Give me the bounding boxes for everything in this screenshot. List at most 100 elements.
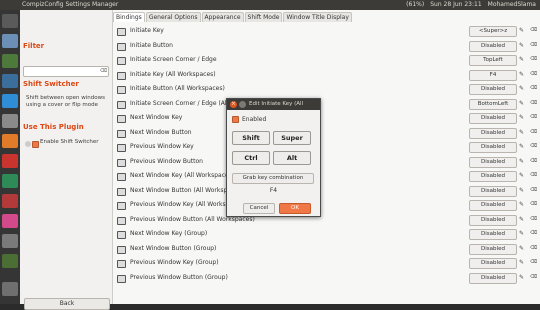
edit-icon[interactable]: ✎ xyxy=(517,229,526,238)
alt-modifier-button[interactable]: Alt xyxy=(273,151,311,165)
dash-icon[interactable] xyxy=(2,14,18,28)
clear-icon[interactable]: ⌫ xyxy=(100,67,107,76)
clear-icon[interactable]: ⌫ xyxy=(529,157,538,166)
clear-icon[interactable]: ⌫ xyxy=(529,200,538,209)
software-center-icon[interactable] xyxy=(2,134,18,148)
binding-value-button[interactable]: Disabled xyxy=(469,200,517,211)
close-icon[interactable]: × xyxy=(230,101,237,108)
terminal-icon[interactable] xyxy=(2,74,18,88)
cancel-button[interactable]: Cancel xyxy=(243,203,275,214)
binding-value-button[interactable]: Disabled xyxy=(469,40,517,52)
calc-icon[interactable] xyxy=(2,174,18,188)
clear-icon[interactable]: ⌫ xyxy=(529,41,538,50)
binding-value-button[interactable]: Disabled xyxy=(469,243,517,255)
store-icon[interactable] xyxy=(2,214,18,228)
binding-row: Next Window Key Disabled ✎ ⌫ xyxy=(113,111,540,126)
binding-value-button[interactable]: Disabled xyxy=(469,229,517,240)
app-icon[interactable] xyxy=(2,114,18,128)
binding-value-button[interactable]: TopLeft xyxy=(469,55,517,66)
browser-icon[interactable] xyxy=(2,94,18,108)
edit-icon[interactable]: ✎ xyxy=(517,26,526,35)
settings-icon[interactable] xyxy=(2,54,18,68)
minimize-icon[interactable] xyxy=(239,101,246,108)
media-icon[interactable] xyxy=(2,194,18,208)
files-icon[interactable] xyxy=(2,34,18,48)
tab-bindings[interactable]: Bindings xyxy=(113,12,145,22)
clear-icon[interactable]: ⌫ xyxy=(529,244,538,253)
clear-icon[interactable]: ⌫ xyxy=(529,215,538,224)
back-button[interactable]: Back xyxy=(24,298,110,310)
compiz-icon[interactable] xyxy=(2,254,18,268)
clear-icon[interactable]: ⌫ xyxy=(529,229,538,238)
clear-icon[interactable]: ⌫ xyxy=(529,128,538,137)
edit-icon[interactable]: ✎ xyxy=(517,142,526,151)
enable-plugin-checkbox[interactable] xyxy=(32,141,39,148)
tab-general-options[interactable]: General Options xyxy=(145,12,201,22)
ctrl-modifier-button[interactable]: Ctrl xyxy=(232,151,270,165)
binding-value-button[interactable]: Disabled xyxy=(469,142,517,153)
binding-value-button[interactable]: BottomLeft xyxy=(469,98,517,110)
clear-icon[interactable]: ⌫ xyxy=(529,84,538,93)
binding-value-button[interactable]: <Super>z xyxy=(469,26,517,37)
clear-icon[interactable]: ⌫ xyxy=(529,142,538,151)
edit-icon[interactable]: ✎ xyxy=(517,186,526,195)
binding-type-icon xyxy=(117,57,126,65)
user-name[interactable]: MohamedSlama xyxy=(488,0,536,10)
edit-icon[interactable]: ✎ xyxy=(517,215,526,224)
clear-icon[interactable]: ⌫ xyxy=(529,258,538,267)
binding-value-button[interactable]: Disabled xyxy=(469,113,517,124)
edit-icon[interactable]: ✎ xyxy=(517,84,526,93)
tab-window-title-display[interactable]: Window Title Display xyxy=(283,12,352,22)
clock[interactable]: Sun 28 Jun 23:11 xyxy=(430,0,481,10)
edit-icon[interactable]: ✎ xyxy=(517,258,526,267)
super-modifier-button[interactable]: Super xyxy=(273,131,311,145)
binding-row: Next Window Key (All Workspaces) Disabled… xyxy=(113,169,540,184)
binding-row: Previous Window Key (All Workspaces) Disa… xyxy=(113,198,540,213)
edit-icon[interactable]: ✎ xyxy=(517,171,526,180)
edit-icon[interactable]: ✎ xyxy=(517,55,526,64)
filter-input[interactable]: ⌫ xyxy=(23,66,109,77)
office-icon[interactable] xyxy=(2,154,18,168)
binding-value-button[interactable]: F4 xyxy=(469,69,517,81)
edit-icon[interactable]: ✎ xyxy=(517,157,526,166)
workspace-icon[interactable] xyxy=(2,234,18,248)
edit-icon[interactable]: ✎ xyxy=(517,200,526,209)
binding-type-icon xyxy=(117,100,126,109)
shift-modifier-button[interactable]: Shift xyxy=(232,131,270,145)
binding-row: Initiate Key (All Workspaces) F4 ✎ ⌫ xyxy=(113,68,540,83)
edit-icon[interactable]: ✎ xyxy=(517,99,526,108)
clear-icon[interactable]: ⌫ xyxy=(529,113,538,122)
binding-value-button[interactable]: Disabled xyxy=(469,171,517,182)
clear-icon[interactable]: ⌫ xyxy=(529,186,538,195)
clear-icon[interactable]: ⌫ xyxy=(529,171,538,180)
binding-value-button[interactable]: Disabled xyxy=(469,84,517,95)
edit-icon[interactable]: ✎ xyxy=(517,113,526,122)
ok-button[interactable]: OK xyxy=(279,203,311,214)
edit-icon[interactable]: ✎ xyxy=(517,41,526,50)
enabled-checkbox[interactable] xyxy=(232,116,239,123)
binding-value-button[interactable]: Disabled xyxy=(469,156,517,168)
binding-value-button[interactable]: Disabled xyxy=(469,258,517,269)
enabled-toggle[interactable]: Enabled xyxy=(232,115,266,124)
battery-indicator[interactable]: (61%) xyxy=(406,0,424,10)
indicator-area[interactable]: (61%) Sun 28 Jun 23:11 MohamedSlama xyxy=(406,0,536,10)
tab-shift-mode[interactable]: Shift Mode xyxy=(244,12,283,22)
clear-icon[interactable]: ⌫ xyxy=(529,273,538,282)
dialog-title: Edit Initiate Key (All xyxy=(249,101,304,107)
binding-value-button[interactable]: Disabled xyxy=(469,185,517,197)
clear-icon[interactable]: ⌫ xyxy=(529,70,538,79)
tab-appearance[interactable]: Appearance xyxy=(201,12,244,22)
binding-value-button[interactable]: Disabled xyxy=(469,127,517,139)
edit-icon[interactable]: ✎ xyxy=(517,70,526,79)
binding-row: Initiate Button (All Workspaces) Disabled… xyxy=(113,82,540,97)
edit-icon[interactable]: ✎ xyxy=(517,244,526,253)
clear-icon[interactable]: ⌫ xyxy=(529,26,538,35)
binding-value-button[interactable]: Disabled xyxy=(469,214,517,226)
clear-icon[interactable]: ⌫ xyxy=(529,55,538,64)
clear-icon[interactable]: ⌫ xyxy=(529,99,538,108)
edit-icon[interactable]: ✎ xyxy=(517,273,526,282)
grab-key-button[interactable]: Grab key combination xyxy=(232,173,314,184)
edit-icon[interactable]: ✎ xyxy=(517,128,526,137)
binding-value-button[interactable]: Disabled xyxy=(469,272,517,284)
trash-icon[interactable] xyxy=(2,282,18,296)
